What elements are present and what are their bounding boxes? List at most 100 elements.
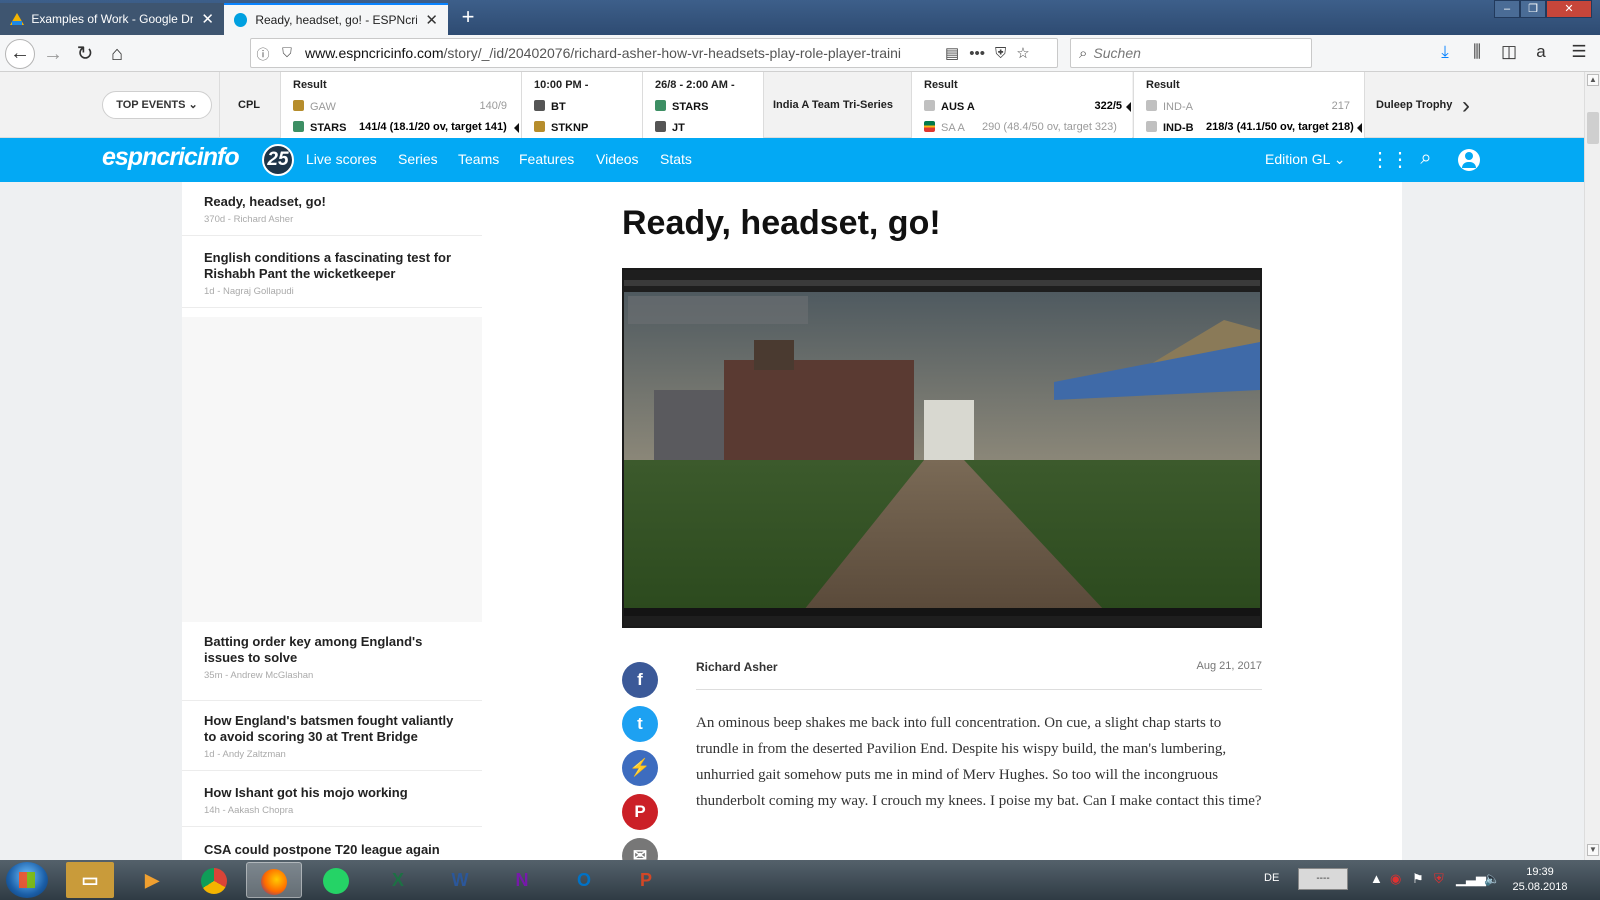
share-buttons: f t ⚡ P ✉ [622,662,658,882]
reload-button[interactable]: ↻ [70,39,100,69]
vr-cricket-scene-image [624,270,1260,626]
back-button[interactable]: ← [5,39,35,69]
tab-espncricinfo[interactable]: Ready, headset, go! - ESPNcric ✕ [224,3,448,35]
series-label-cpl[interactable]: CPL [238,99,260,111]
antivirus-icon[interactable]: ◉ [1390,871,1401,887]
bookmark-star-icon[interactable]: ☆ [1016,44,1029,62]
close-icon[interactable]: ✕ [201,10,214,28]
more-actions-icon[interactable]: ••• [969,45,985,62]
chevron-right-icon[interactable]: › [1462,92,1470,120]
article-headline: Ready, headset, go! [622,204,941,242]
library-icon[interactable]: ⫼ [1466,42,1488,64]
forward-button[interactable]: → [38,39,68,69]
home-button[interactable]: ⌂ [102,39,132,69]
list-item[interactable]: Ready, headset, go! 370d - Richard Asher [182,182,482,236]
start-button[interactable] [6,862,48,898]
page-scrollbar[interactable]: ▲ ▼ [1584,72,1600,860]
browser-tab-bar: Examples of Work - Google Dri ✕ Ready, h… [0,0,1600,35]
reader-view-icon[interactable]: ▤ [945,44,959,62]
scroll-down-icon[interactable]: ▼ [1587,844,1599,856]
browser-toolbar: ← → ↻ ⌂ ⓘ ⛉ www.espncricinfo.com/story/_… [0,35,1600,72]
author-name[interactable]: Richard Asher [696,660,778,674]
sidebar-icon[interactable]: ◫ [1498,42,1520,64]
media-player-icon[interactable]: ▶ [124,862,180,898]
window-controls: – ❐ ✕ [1494,0,1592,18]
network-signal-icon[interactable]: ▁▃▅ [1456,871,1486,887]
minimize-button[interactable]: – [1494,0,1520,18]
chrome-icon[interactable] [186,862,242,898]
tracking-shield-icon[interactable]: ⛉ [275,45,299,61]
word-icon[interactable]: W [432,862,488,898]
system-clock[interactable]: 19:39 25.08.2018 [1505,865,1575,895]
windows-taskbar: ▭ ▶ X W N O P DE ---- ▲ ◉ ⚑ ⛨ ▁▃▅ 🔈 19:3… [0,860,1600,900]
team-logo-icon [1146,121,1157,132]
window-close-button[interactable]: ✕ [1546,0,1592,18]
site-logo[interactable]: espncricinfo [102,143,240,172]
match-card[interactable]: Result AUS A 322/5 SA A 290 (48.4/50 ov,… [912,72,1132,138]
list-item[interactable]: English conditions a fascinating test fo… [182,238,482,308]
nav-features[interactable]: Features [519,151,574,167]
amazon-extension-icon[interactable]: a [1530,42,1552,64]
twitter-share-icon[interactable]: t [622,706,658,742]
nav-live-scores[interactable]: Live scores [306,151,377,167]
espncricinfo-icon [234,13,248,27]
team-logo-icon [655,100,666,111]
facebook-share-icon[interactable]: f [622,662,658,698]
chevron-down-icon: ⌄ [1333,151,1346,167]
tray-widget[interactable]: ---- [1298,868,1348,890]
team-logo-icon [534,100,545,111]
pinterest-share-icon[interactable]: P [622,794,658,830]
nav-stats[interactable]: Stats [660,151,692,167]
onenote-icon[interactable]: N [494,862,550,898]
pocket-icon[interactable]: ⛨ [995,45,1006,62]
show-hidden-icons-icon[interactable]: ▲ [1370,871,1383,886]
outlook-icon[interactable]: O [556,862,612,898]
match-card[interactable]: 10:00 PM - BT STKNP [522,72,642,138]
search-icon[interactable]: ⌕ [1413,147,1439,170]
action-center-flag-icon[interactable]: ⚑ [1412,871,1424,887]
match-card[interactable]: 26/8 - 2:00 AM - STARS JT [643,72,763,138]
security-icon[interactable]: ⛨ [1434,871,1444,887]
match-card[interactable]: Result GAW 140/9 STARS 141/4 (18.1/20 ov… [281,72,521,138]
volume-icon[interactable]: 🔈 [1484,871,1500,887]
url-text[interactable]: www.espncricinfo.com/story/_/id/20402076… [305,45,935,61]
language-indicator[interactable]: DE [1264,872,1279,884]
profile-icon[interactable] [1458,149,1480,171]
firefox-icon[interactable] [246,862,302,898]
excel-icon[interactable]: X [370,862,426,898]
list-item[interactable]: Batting order key among England's issues… [182,622,482,700]
maximize-button[interactable]: ❐ [1520,0,1546,18]
team-logo-icon [293,121,304,132]
new-tab-button[interactable]: + [456,4,480,30]
search-input[interactable]: ⌕ Suchen [1070,38,1312,68]
match-card[interactable]: Result IND-A 217 IND-B 218/3 (41.1/50 ov… [1134,72,1364,138]
messenger-share-icon[interactable]: ⚡ [622,750,658,786]
south-africa-flag-icon [924,121,935,132]
file-explorer-icon[interactable]: ▭ [66,862,114,898]
series-label-india-a[interactable]: India A Team Tri-Series [773,99,893,111]
nav-series[interactable]: Series [398,151,438,167]
edition-selector[interactable]: Edition GL ⌄ [1265,151,1345,168]
address-bar[interactable]: ⓘ ⛉ www.espncricinfo.com/story/_/id/2040… [250,38,1058,68]
scroll-thumb[interactable] [1587,112,1599,144]
tab-google-drive[interactable]: Examples of Work - Google Dri ✕ [0,3,224,35]
whatsapp-icon[interactable] [308,862,364,898]
publish-date: Aug 21, 2017 [1196,660,1262,672]
search-placeholder: Suchen [1093,45,1141,61]
close-icon[interactable]: ✕ [425,11,438,29]
list-item[interactable]: How Ishant got his mojo working 14h - Aa… [182,773,482,827]
list-item[interactable]: How England's batsmen fought valiantly t… [182,700,482,771]
powerpoint-icon[interactable]: P [618,862,674,898]
team-logo-icon [1146,100,1157,111]
scroll-up-icon[interactable]: ▲ [1587,74,1599,86]
nav-teams[interactable]: Teams [458,151,499,167]
series-label-duleep[interactable]: Duleep Trophy [1376,99,1452,111]
download-icon[interactable]: ⤓ [1434,42,1456,64]
menu-icon[interactable]: ☰ [1568,42,1590,64]
list-item[interactable]: CSA could postpone T20 league again [182,830,482,860]
nav-videos[interactable]: Videos [596,151,639,167]
info-icon[interactable]: ⓘ [251,44,275,63]
batting-indicator-icon [514,123,519,133]
top-events-dropdown[interactable]: TOP EVENTS ⌄ [102,91,212,119]
apps-grid-icon[interactable]: ⋮⋮ [1370,147,1410,172]
